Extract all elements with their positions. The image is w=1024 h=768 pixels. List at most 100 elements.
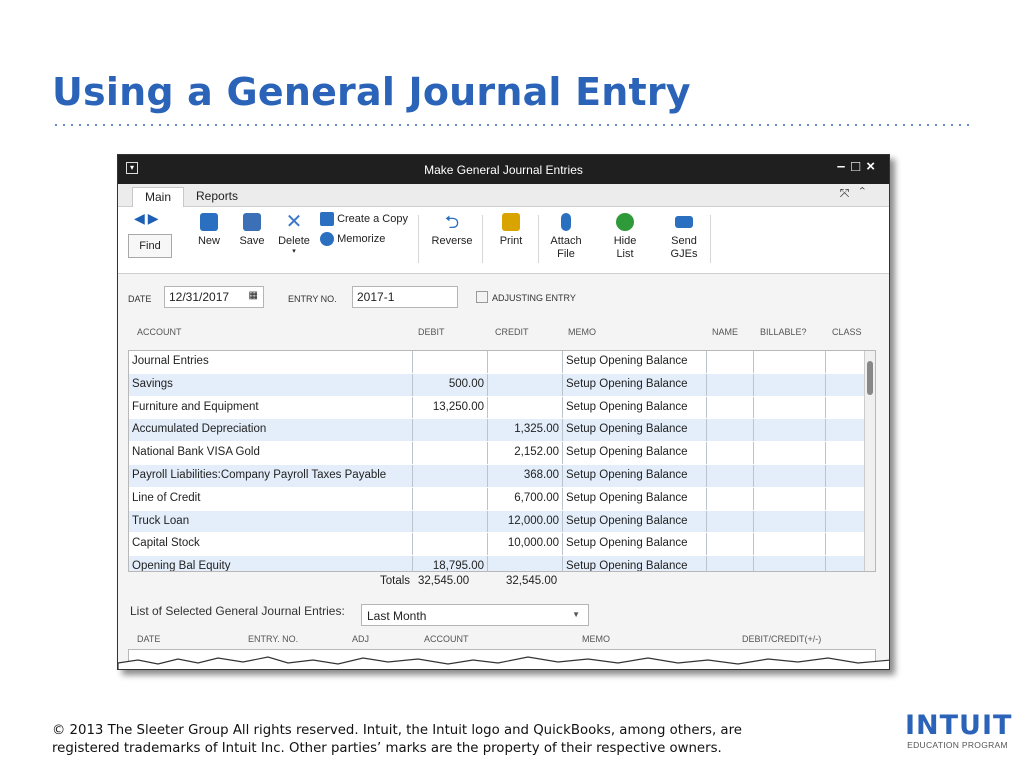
list-col-memo[interactable]: MEMO — [582, 634, 610, 644]
cell-billable[interactable] — [754, 533, 826, 556]
cell-class[interactable] — [826, 442, 866, 464]
cell-memo[interactable]: Setup Opening Balance — [563, 465, 707, 487]
col-class[interactable]: CLASS — [832, 327, 862, 337]
cell-account[interactable]: Line of Credit — [129, 487, 413, 510]
grid-scrollbar[interactable] — [864, 351, 875, 571]
cell-name[interactable] — [707, 442, 754, 464]
cell-credit[interactable] — [488, 556, 563, 571]
cell-billable[interactable] — [754, 351, 826, 373]
cell-memo[interactable]: Setup Opening Balance — [563, 556, 707, 571]
table-row[interactable]: Savings 500.00 Setup Opening Balance — [129, 373, 866, 397]
cell-account[interactable]: Payroll Liabilities:Company Payroll Taxe… — [129, 465, 413, 487]
cell-memo[interactable]: Setup Opening Balance — [563, 396, 707, 419]
cell-name[interactable] — [707, 487, 754, 510]
cell-billable[interactable] — [754, 373, 826, 396]
cell-account[interactable]: Opening Bal Equity — [129, 556, 413, 571]
cell-account[interactable]: Savings — [129, 373, 413, 396]
cell-credit[interactable]: 1,325.00 — [488, 419, 563, 442]
tab-reports[interactable]: Reports — [184, 187, 250, 207]
table-row[interactable]: Accumulated Depreciation 1,325.00 Setup Op… — [129, 419, 866, 443]
cell-class[interactable] — [826, 556, 866, 571]
cell-debit[interactable] — [413, 442, 488, 464]
list-col-entry-no[interactable]: ENTRY. NO. — [248, 634, 298, 644]
new-button[interactable]: New — [196, 213, 222, 247]
cell-billable[interactable] — [754, 487, 826, 510]
cell-debit[interactable] — [413, 510, 488, 533]
col-account[interactable]: ACCOUNT — [137, 327, 182, 337]
cell-credit[interactable]: 368.00 — [488, 465, 563, 487]
attach-file-button[interactable]: Attach File — [548, 213, 584, 261]
cell-class[interactable] — [826, 419, 866, 442]
table-row[interactable]: Capital Stock 10,000.00 Setup Opening Bala… — [129, 533, 866, 557]
cell-credit[interactable]: 12,000.00 — [488, 510, 563, 533]
table-row[interactable]: National Bank VISA Gold 2,152.00 Setup Ope… — [129, 442, 866, 465]
cell-debit[interactable] — [413, 419, 488, 442]
cell-class[interactable] — [826, 373, 866, 396]
list-col-adj[interactable]: ADJ — [352, 634, 369, 644]
ribbon-collapse-icons[interactable]: ⤧⌃ — [840, 186, 875, 201]
cell-account[interactable]: Furniture and Equipment — [129, 396, 413, 419]
cell-name[interactable] — [707, 465, 754, 487]
entries-filter-select[interactable]: Last Month ▼ — [361, 604, 589, 626]
memorize-button[interactable]: Memorize — [320, 232, 400, 246]
cell-billable[interactable] — [754, 556, 826, 571]
window-titlebar[interactable]: ▾ Make General Journal Entries –□× — [118, 155, 889, 184]
col-memo[interactable]: MEMO — [568, 327, 596, 337]
cell-credit[interactable]: 2,152.00 — [488, 442, 563, 464]
entry-no-field[interactable]: 2017-1 — [352, 286, 458, 308]
col-debit[interactable]: DEBIT — [418, 327, 445, 337]
cell-account[interactable]: Truck Loan — [129, 510, 413, 533]
cell-name[interactable] — [707, 419, 754, 442]
cell-name[interactable] — [707, 351, 754, 373]
cell-name[interactable] — [707, 533, 754, 556]
list-col-debit-credit[interactable]: DEBIT/CREDIT(+/-) — [742, 634, 821, 644]
cell-class[interactable] — [826, 351, 866, 373]
cell-name[interactable] — [707, 373, 754, 396]
cell-billable[interactable] — [754, 419, 826, 442]
cell-memo[interactable]: Setup Opening Balance — [563, 373, 707, 396]
cell-class[interactable] — [826, 487, 866, 510]
date-field[interactable]: 12/31/2017 ▦ — [164, 286, 264, 308]
delete-button[interactable]: ✕ Delete ▾ — [277, 212, 311, 255]
table-row[interactable]: Opening Bal Equity 18,795.00 Setup Opening… — [129, 556, 866, 571]
cell-debit[interactable]: 500.00 — [413, 373, 488, 396]
calendar-icon[interactable]: ▦ — [249, 290, 258, 301]
table-row[interactable]: Truck Loan 12,000.00 Setup Opening Balance — [129, 510, 866, 534]
cell-credit[interactable]: 6,700.00 — [488, 487, 563, 510]
cell-class[interactable] — [826, 465, 866, 487]
cell-class[interactable] — [826, 510, 866, 533]
cell-memo[interactable]: Setup Opening Balance — [563, 533, 707, 556]
adjusting-entry-checkbox[interactable] — [476, 291, 488, 303]
cell-debit[interactable] — [413, 351, 488, 373]
window-controls[interactable]: –□× — [837, 158, 881, 175]
cell-memo[interactable]: Setup Opening Balance — [563, 442, 707, 464]
cell-debit[interactable]: 18,795.00 — [413, 556, 488, 571]
cell-memo[interactable]: Setup Opening Balance — [563, 510, 707, 533]
cell-name[interactable] — [707, 396, 754, 419]
col-credit[interactable]: CREDIT — [495, 327, 529, 337]
table-row[interactable]: Payroll Liabilities:Company Payroll Taxe… — [129, 465, 866, 488]
cell-billable[interactable] — [754, 396, 826, 419]
cell-billable[interactable] — [754, 442, 826, 464]
cell-credit[interactable] — [488, 351, 563, 373]
cell-billable[interactable] — [754, 510, 826, 533]
send-gjes-button[interactable]: Send GJEs — [668, 213, 700, 261]
table-row[interactable]: Furniture and Equipment 13,250.00 Setup Op… — [129, 396, 866, 420]
cell-credit[interactable] — [488, 373, 563, 396]
cell-class[interactable] — [826, 533, 866, 556]
cell-class[interactable] — [826, 396, 866, 419]
cell-debit[interactable] — [413, 533, 488, 556]
list-col-account[interactable]: ACCOUNT — [424, 634, 469, 644]
cell-debit[interactable]: 13,250.00 — [413, 396, 488, 419]
prev-next-arrows-icon[interactable]: ◀▶ — [134, 210, 162, 227]
cell-credit[interactable]: 10,000.00 — [488, 533, 563, 556]
cell-account[interactable]: Capital Stock — [129, 533, 413, 556]
col-billable[interactable]: BILLABLE? — [760, 327, 807, 337]
table-row[interactable]: Line of Credit 6,700.00 Setup Opening Bala… — [129, 487, 866, 511]
cell-account[interactable]: Accumulated Depreciation — [129, 419, 413, 442]
cell-debit[interactable] — [413, 487, 488, 510]
cell-memo[interactable]: Setup Opening Balance — [563, 419, 707, 442]
create-copy-button[interactable]: Create a Copy — [320, 212, 412, 226]
cell-billable[interactable] — [754, 465, 826, 487]
print-button[interactable]: Print — [496, 213, 526, 247]
